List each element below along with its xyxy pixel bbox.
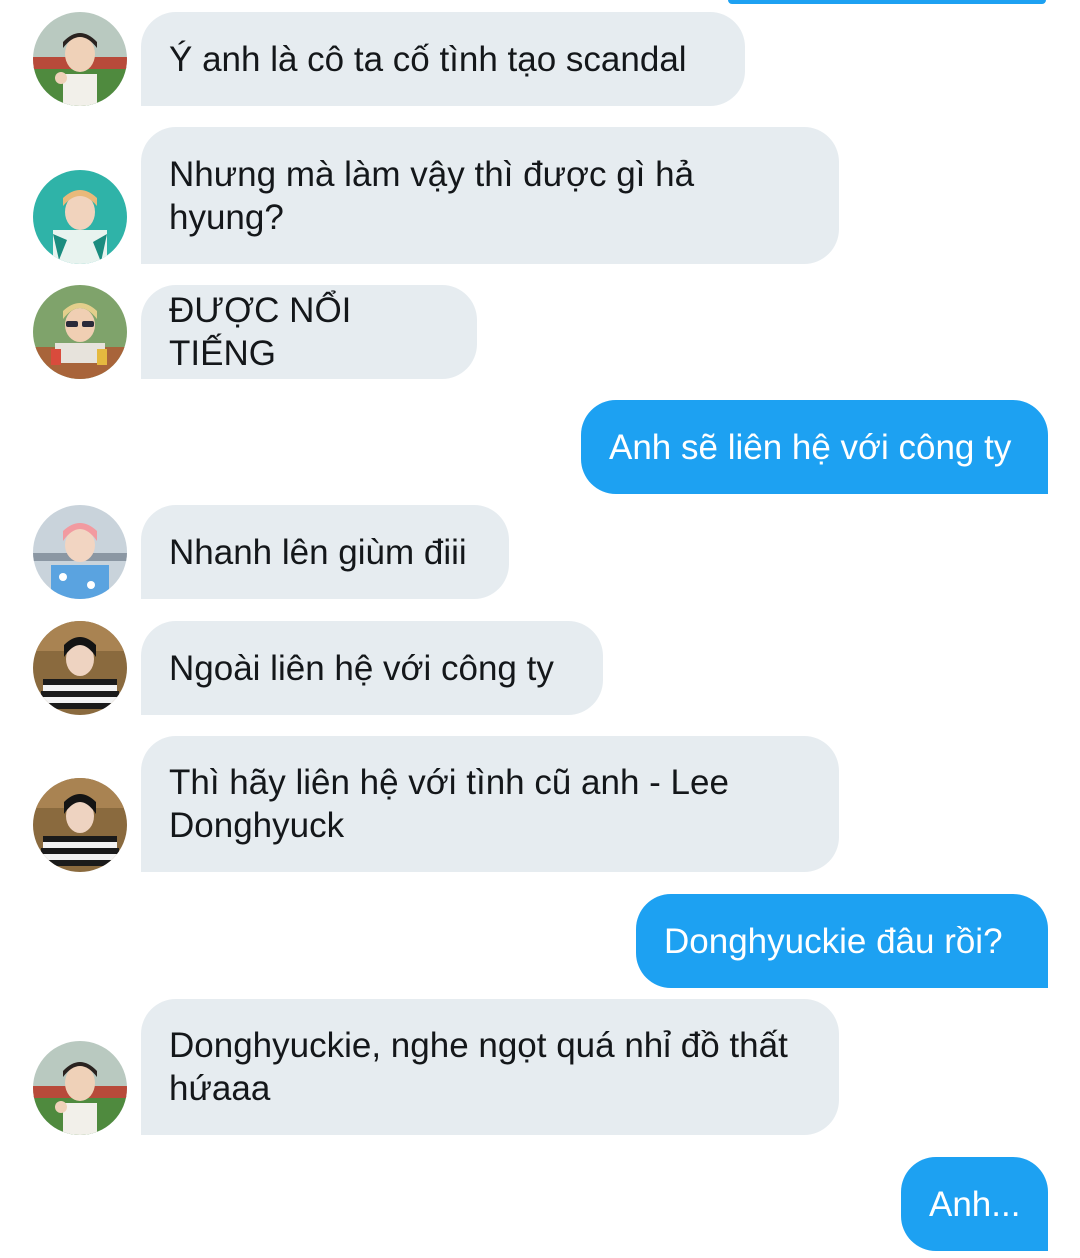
message-bubble[interactable]: Donghyuckie, nghe ngọt quá nhỉ đồ thất h… [141, 999, 839, 1135]
avatar-boy-striped[interactable] [33, 621, 127, 715]
avatar-boy-teal[interactable] [33, 170, 127, 264]
avatar-boy-field[interactable] [33, 1041, 127, 1135]
avatar-boy-striped[interactable] [33, 778, 127, 872]
avatar-boy-field[interactable] [33, 12, 127, 106]
message-bubble-outgoing[interactable]: Anh... [901, 1157, 1048, 1251]
message-bubble-outgoing[interactable]: Anh sẽ liên hệ với công ty [581, 400, 1048, 494]
message-bubble[interactable]: Nhanh lên giùm điii [141, 505, 509, 599]
message-bubble[interactable]: Ngoài liên hệ với công ty [141, 621, 603, 715]
previous-outgoing-bubble-edge [728, 0, 1046, 4]
message-bubble[interactable]: Ý anh là cô ta cố tình tạo scandal [141, 12, 745, 106]
avatar-boy-pink-hair[interactable] [33, 505, 127, 599]
avatar-boy-blonde-sunglasses[interactable] [33, 285, 127, 379]
message-bubble[interactable]: ĐƯỢC NỔI TIẾNG [141, 285, 477, 379]
message-bubble[interactable]: Nhưng mà làm vậy thì được gì hả hyung? [141, 127, 839, 264]
message-bubble[interactable]: Thì hãy liên hệ với tình cũ anh - Lee Do… [141, 736, 839, 872]
message-bubble-outgoing[interactable]: Donghyuckie đâu rồi? [636, 894, 1048, 988]
message-thread[interactable]: Ý anh là cô ta cố tình tạo scandal Nhưng… [0, 0, 1080, 1258]
